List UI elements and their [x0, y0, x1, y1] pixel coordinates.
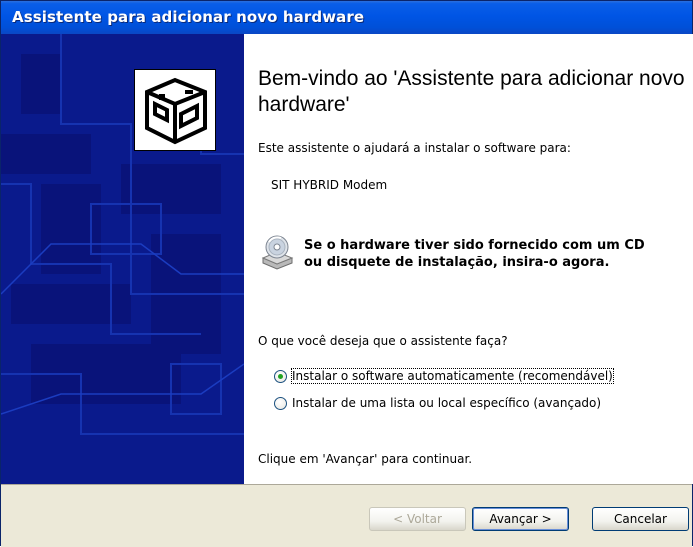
- next-button[interactable]: Avançar >: [472, 507, 569, 531]
- button-bar: < Voltar Avançar > Cancelar: [1, 484, 692, 547]
- window-title: Assistente para adicionar novo hardware: [12, 8, 365, 26]
- device-name: SIT HYBRID Modem: [271, 178, 388, 192]
- radio-button-auto[interactable]: [274, 369, 287, 383]
- radio-button-list[interactable]: [274, 396, 287, 410]
- page-heading: Bem-vindo ao 'Assistente para adicionar …: [258, 67, 685, 116]
- cd-prompt-line2: ou disquete de instalação, insira-o agor…: [304, 255, 610, 270]
- question-text: O que você deseja que o assistente faça?: [258, 334, 508, 348]
- content-area: Bem-vindo ao 'Assistente para adicionar …: [244, 34, 693, 484]
- option-list-install[interactable]: Instalar de uma lista ou local específic…: [274, 396, 601, 410]
- cancel-button[interactable]: Cancelar: [592, 507, 689, 531]
- cd-prompt-line1: Se o hardware tiver sido fornecido com u…: [304, 238, 645, 253]
- title-bar[interactable]: Assistente para adicionar novo hardware: [1, 1, 692, 34]
- hardware-wizard-icon: [134, 69, 216, 151]
- continue-text: Clique em 'Avançar' para continuar.: [258, 452, 473, 466]
- intro-text: Este assistente o ajudará a instalar o s…: [258, 141, 571, 155]
- back-button[interactable]: < Voltar: [369, 507, 466, 531]
- side-panel: [1, 34, 244, 484]
- option-list-label[interactable]: Instalar de uma lista ou local específic…: [292, 396, 601, 410]
- wizard-window: Assistente para adicionar novo hardware: [0, 0, 693, 547]
- option-auto-label[interactable]: Instalar o software automaticamente (rec…: [291, 368, 614, 384]
- cd-drive-icon: [259, 234, 295, 270]
- option-auto-install[interactable]: Instalar o software automaticamente (rec…: [274, 368, 614, 384]
